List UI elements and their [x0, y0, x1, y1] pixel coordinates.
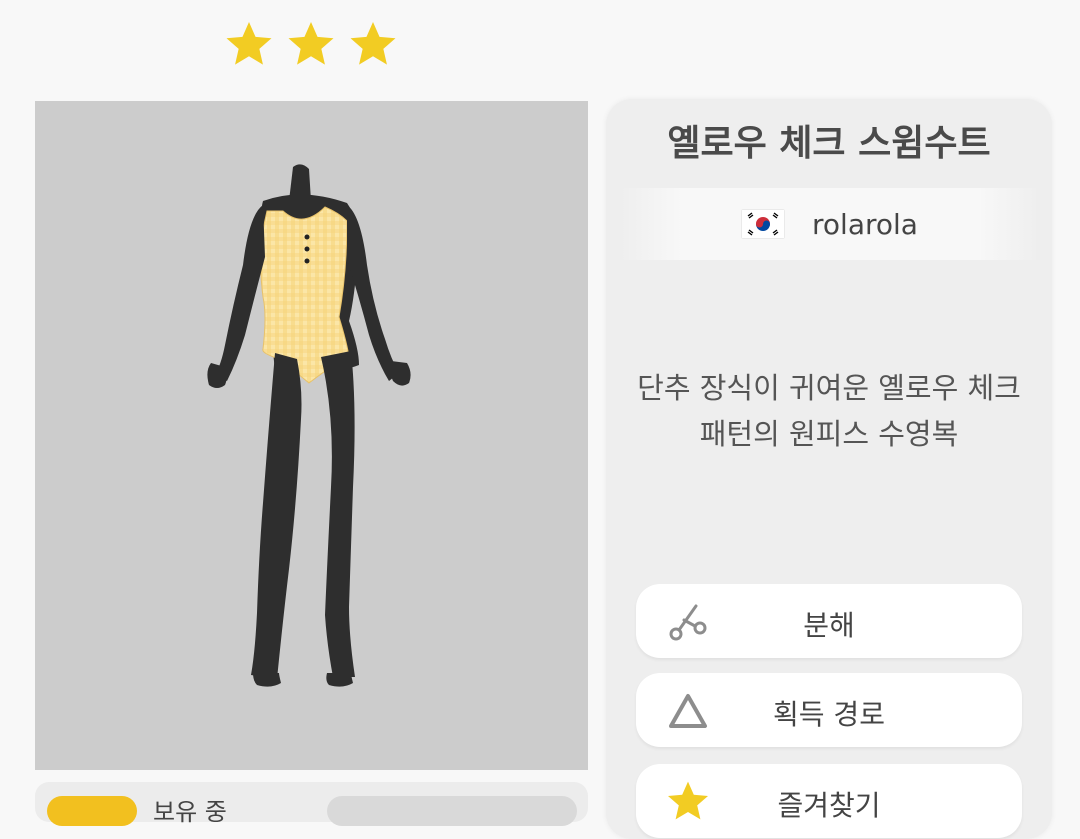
rating-stars: [222, 18, 400, 72]
description-line: 패턴의 원피스 수영복: [699, 417, 959, 451]
quantity-pill: [327, 796, 577, 826]
star-icon: [350, 22, 396, 65]
star-icon: [226, 22, 272, 65]
disassemble-label: 분해: [803, 609, 855, 642]
item-description: 단추 장식이 귀여운 옐로우 체크 패턴의 원피스 수영복: [606, 365, 1052, 457]
korea-flag-icon: [742, 210, 785, 238]
acquisition-route-label: 획득 경로: [773, 698, 885, 731]
star-icon: [288, 22, 334, 65]
item-title: 옐로우 체크 스윔수트: [667, 123, 991, 164]
ownership-bar: 보유 중: [35, 782, 588, 826]
disassemble-button[interactable]: 분해: [636, 584, 1022, 658]
acquisition-route-button[interactable]: 획득 경로: [636, 673, 1022, 747]
description-line: 단추 장식이 귀여운 옐로우 체크: [637, 371, 1021, 405]
favorite-label: 즐겨찾기: [777, 789, 881, 822]
item-preview: [35, 101, 588, 770]
favorite-button[interactable]: 즐겨찾기: [636, 764, 1022, 838]
creator-name: rolarola: [812, 207, 918, 241]
owned-count-badge: [47, 796, 137, 826]
mannequin-swimsuit-image: [207, 164, 411, 687]
creator-bar[interactable]: rolarola: [620, 188, 1040, 260]
